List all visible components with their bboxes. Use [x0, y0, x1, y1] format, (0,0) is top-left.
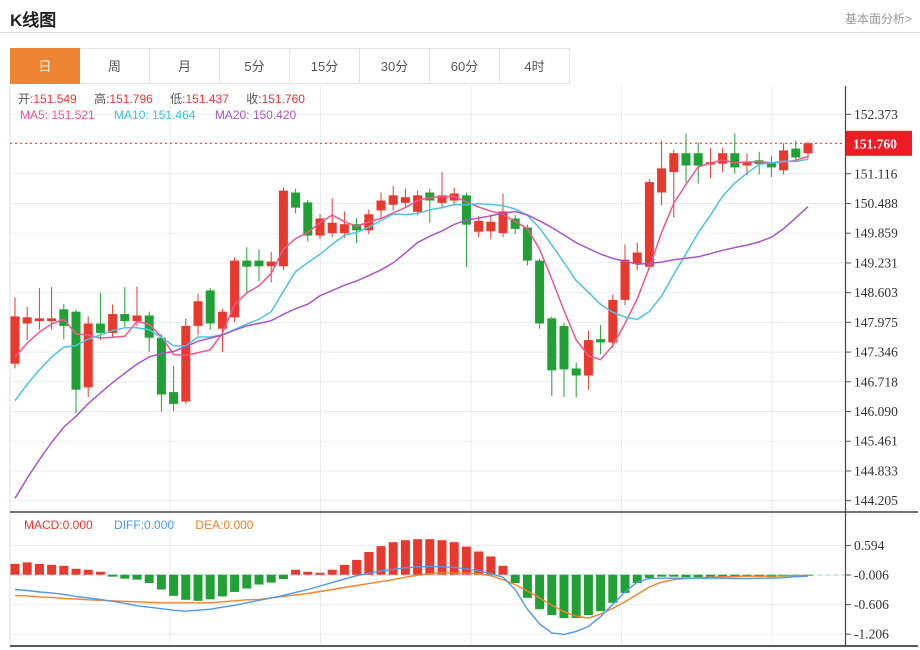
svg-text:151.116: 151.116	[854, 166, 898, 181]
ma10-line	[14, 158, 809, 402]
ohlc-readout: 开:151.549 高:151.796 低:151.437 收:151.760	[18, 90, 319, 107]
tab-period-3[interactable]: 5分	[220, 48, 290, 84]
tab-period-5[interactable]: 30分	[360, 48, 430, 84]
svg-text:144.205: 144.205	[854, 493, 898, 508]
tab-period-7[interactable]: 4时	[500, 48, 570, 84]
svg-text:149.859: 149.859	[854, 226, 898, 241]
diff-value-readout: DIFF:0.000	[114, 518, 175, 532]
svg-text:146.718: 146.718	[854, 374, 898, 389]
period-tab-bar: 日周月 5分 15分 30分 60分 4时	[10, 48, 570, 84]
y-axis-labels: 152.373 151.116 150.488 149.859 149.231 148.6…	[845, 107, 898, 642]
open-label: 开:	[18, 92, 34, 106]
svg-text:-0.006: -0.006	[854, 567, 889, 582]
svg-text:145.461: 145.461	[854, 434, 898, 449]
tab-period-4[interactable]: 15分	[290, 48, 360, 84]
dea-value-readout: DEA:0.000	[195, 518, 254, 532]
close-value: 151.760	[261, 92, 305, 106]
close-label: 收:	[246, 92, 262, 106]
ma-readout: MA5: 151.521 MA10: 151.464 MA20: 150.420	[20, 108, 312, 122]
svg-text:-1.206: -1.206	[854, 627, 889, 642]
svg-text:147.975: 147.975	[854, 315, 898, 330]
open-value: 151.549	[33, 92, 77, 106]
ma5-readout: MA5: 151.521	[20, 108, 95, 122]
svg-text:147.346: 147.346	[854, 345, 898, 360]
high-label: 高:	[94, 92, 110, 106]
ma20-readout: MA20: 150.420	[214, 108, 297, 122]
svg-text:144.833: 144.833	[854, 463, 898, 478]
low-value: 151.437	[185, 92, 229, 106]
tab-period-0[interactable]: 日	[10, 48, 80, 84]
tab-period-6[interactable]: 60分	[430, 48, 500, 84]
svg-text:-0.606: -0.606	[854, 597, 889, 612]
low-label: 低:	[170, 92, 186, 106]
macd-value-readout: MACD:0.000	[24, 518, 93, 532]
svg-text:149.231: 149.231	[854, 255, 898, 270]
tab-period-1[interactable]: 周	[80, 48, 150, 84]
svg-text:148.603: 148.603	[854, 285, 898, 300]
svg-text:0.594: 0.594	[854, 538, 885, 553]
high-value: 151.796	[109, 92, 153, 106]
tab-period-2[interactable]: 月	[150, 48, 220, 84]
ma10-readout: MA10: 151.464	[114, 108, 196, 122]
last-price-tag-text: 151.760	[853, 136, 897, 151]
svg-text:152.373: 152.373	[854, 107, 898, 122]
svg-text:146.090: 146.090	[854, 404, 898, 419]
svg-text:150.488: 150.488	[854, 196, 898, 211]
macd-readout: MACD:0.000 DIFF:0.000 DEA:0.000	[24, 518, 271, 532]
